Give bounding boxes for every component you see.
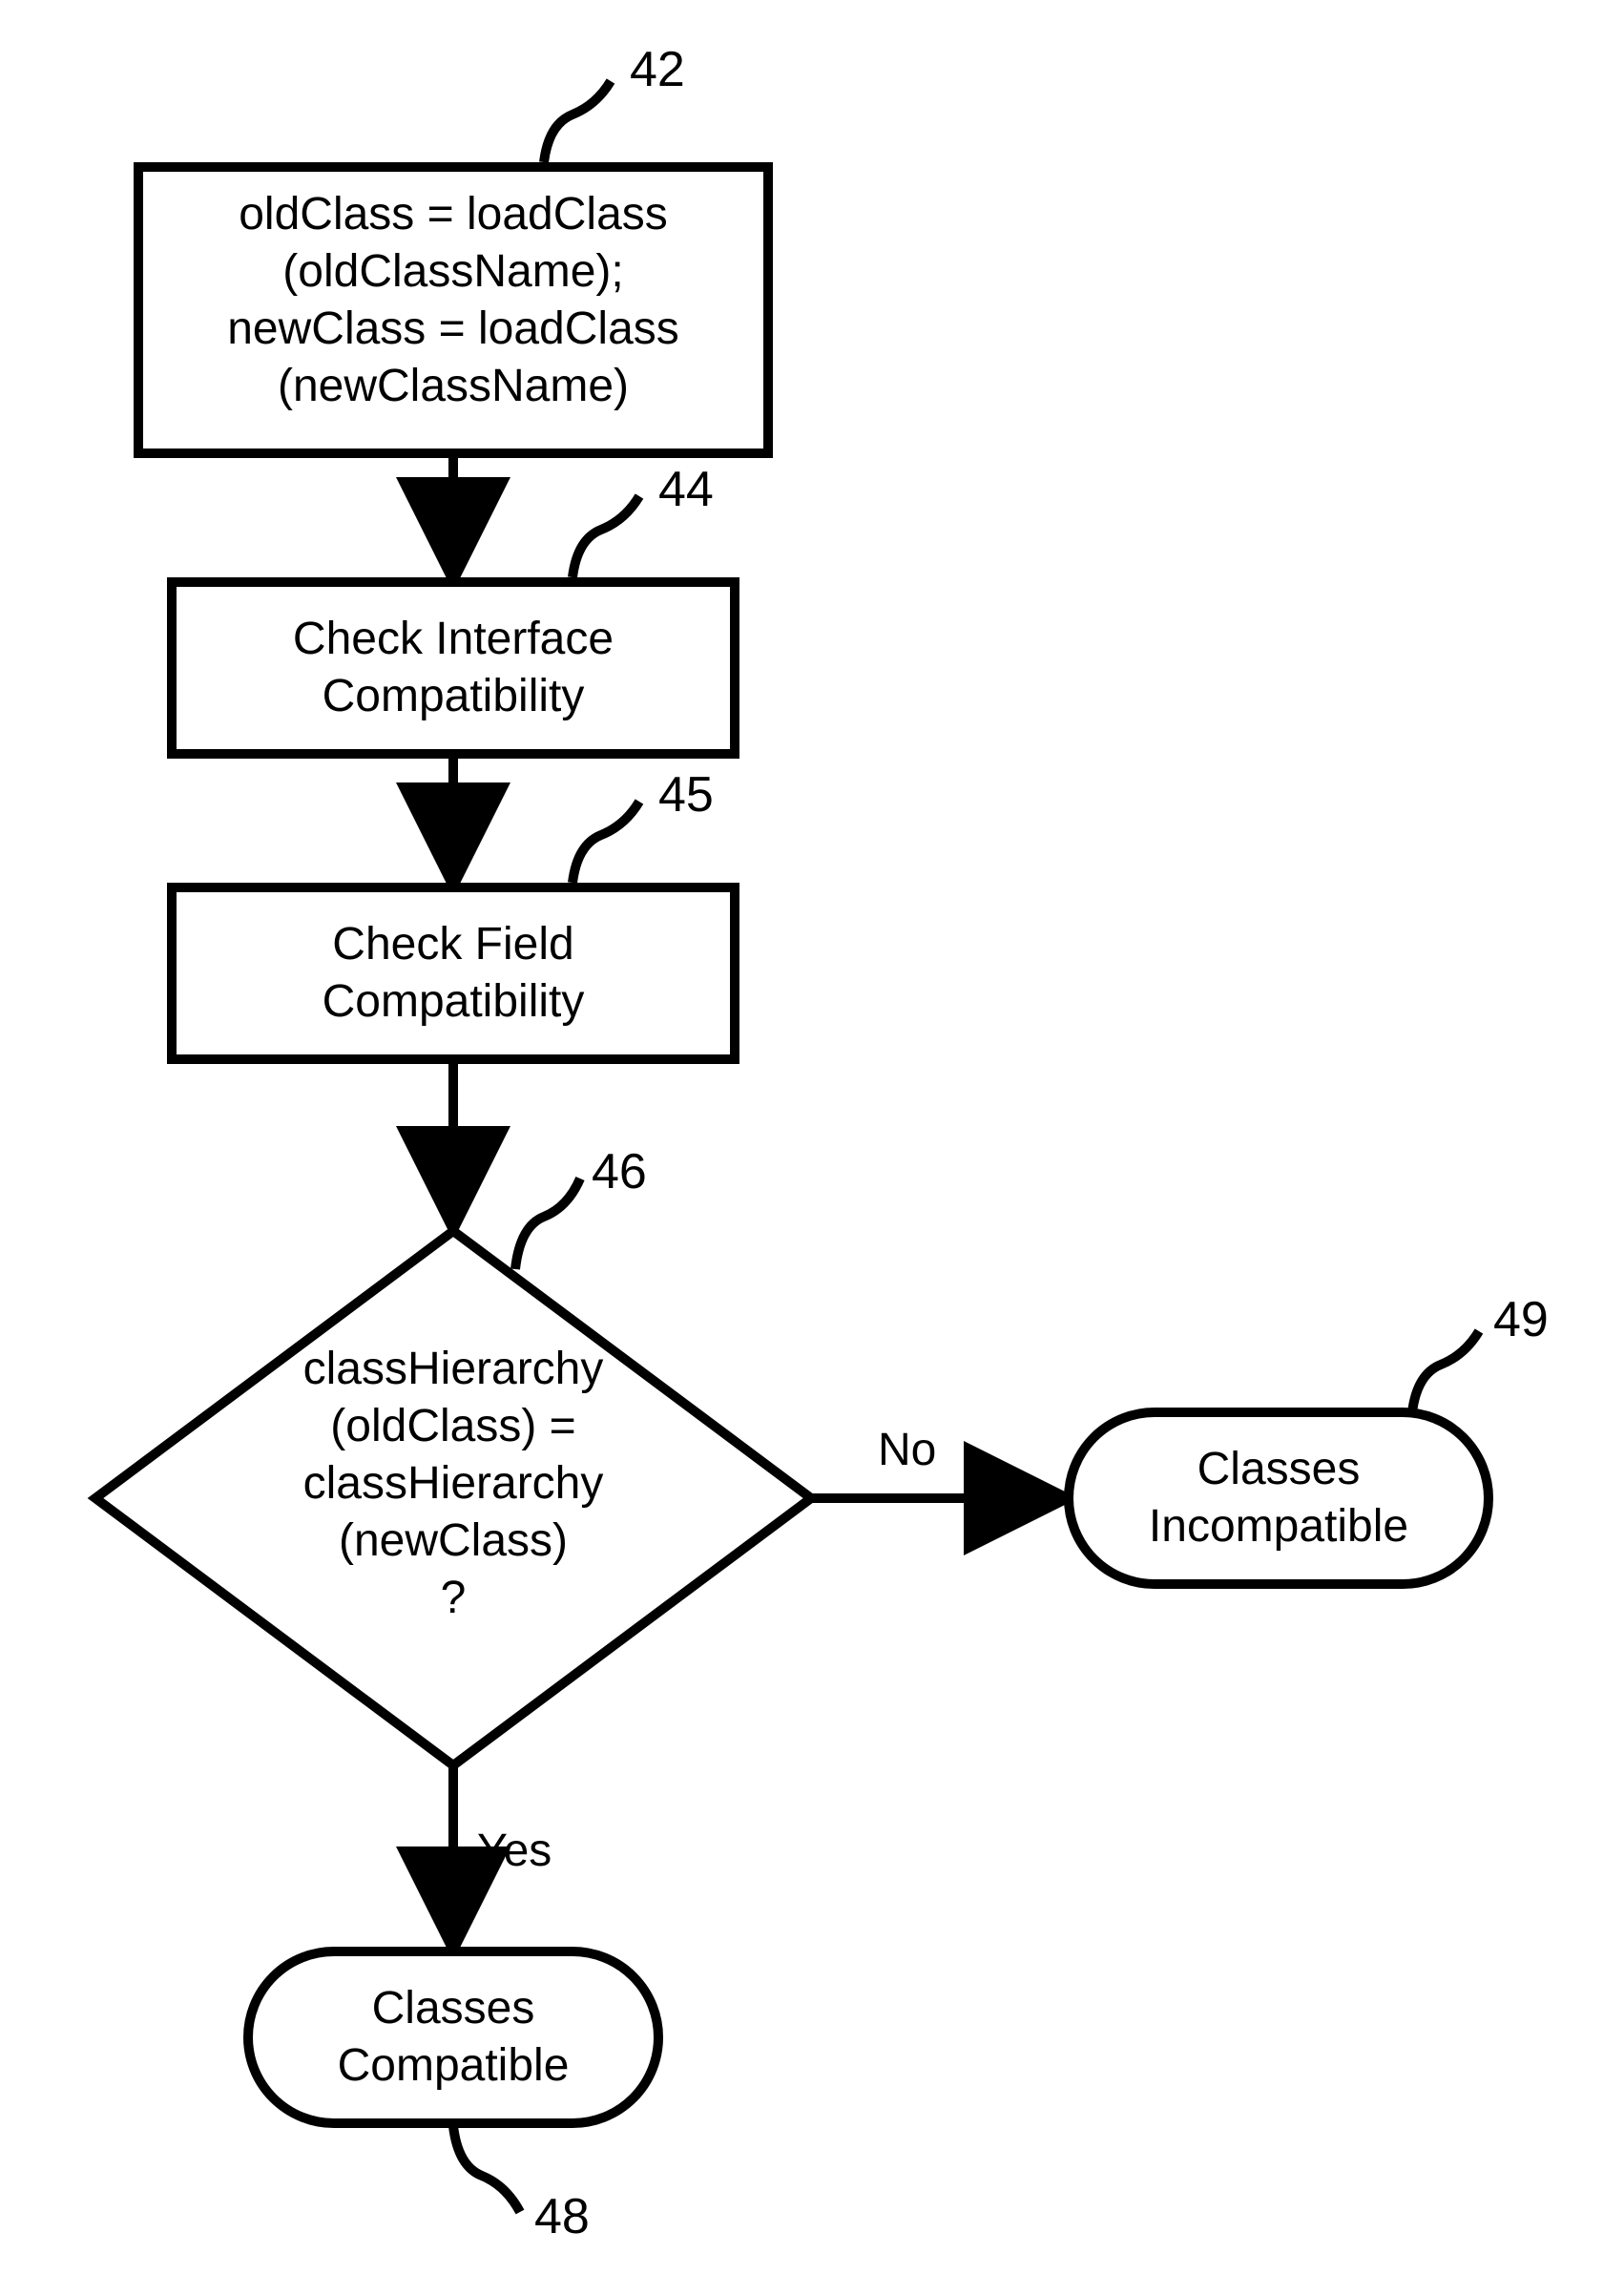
node-46-text-4: (newClass): [339, 1515, 568, 1566]
label-46-text: 46: [592, 1144, 647, 1200]
label-44: 44: [573, 462, 714, 577]
node-49-text-2: Incompatible: [1149, 1501, 1408, 1552]
label-48-text: 48: [534, 2189, 590, 2244]
node-46-text-2: (oldClass) =: [330, 1401, 575, 1451]
node-46-text-5: ?: [441, 1573, 467, 1623]
node-44-text-1: Check Interface: [293, 614, 614, 664]
edge-label-no: No: [878, 1425, 936, 1475]
flowchart-diagram: oldClass = loadClass (oldClassName); new…: [0, 0, 1624, 2295]
node-45-text-1: Check Field: [332, 919, 573, 970]
label-46: 46: [515, 1144, 647, 1269]
label-45-text: 45: [658, 767, 714, 823]
node-48-text-1: Classes: [372, 1983, 535, 2034]
node-42-text-4: (newClassName): [278, 361, 629, 411]
edge-label-yes: Yes: [477, 1826, 552, 1876]
node-49-incompatible: Classes Incompatible: [1069, 1412, 1489, 1584]
node-42-text-3: newClass = loadClass: [227, 303, 679, 354]
node-44-check-interface: Check Interface Compatibility: [172, 582, 735, 754]
node-44-text-2: Compatibility: [323, 671, 585, 721]
label-49-text: 49: [1493, 1292, 1549, 1347]
node-48-text-2: Compatible: [338, 2040, 570, 2091]
label-48: 48: [453, 2126, 590, 2244]
node-45-text-2: Compatibility: [323, 976, 585, 1027]
node-46-text-3: classHierarchy: [303, 1458, 604, 1509]
node-45-check-field: Check Field Compatibility: [172, 887, 735, 1059]
label-49: 49: [1412, 1292, 1549, 1412]
label-44-text: 44: [658, 462, 714, 517]
node-49-text-1: Classes: [1197, 1444, 1361, 1494]
node-42-load-classes: oldClass = loadClass (oldClassName); new…: [138, 167, 768, 453]
label-45: 45: [573, 767, 714, 883]
node-46-decision-hierarchy: classHierarchy (oldClass) = classHierarc…: [95, 1231, 811, 1765]
node-42-text-2: (oldClassName);: [282, 246, 623, 297]
label-42-text: 42: [630, 42, 685, 97]
node-42-text-1: oldClass = loadClass: [239, 189, 668, 240]
label-42: 42: [544, 42, 685, 162]
node-46-text-1: classHierarchy: [303, 1344, 604, 1394]
node-48-compatible: Classes Compatible: [248, 1951, 658, 2123]
